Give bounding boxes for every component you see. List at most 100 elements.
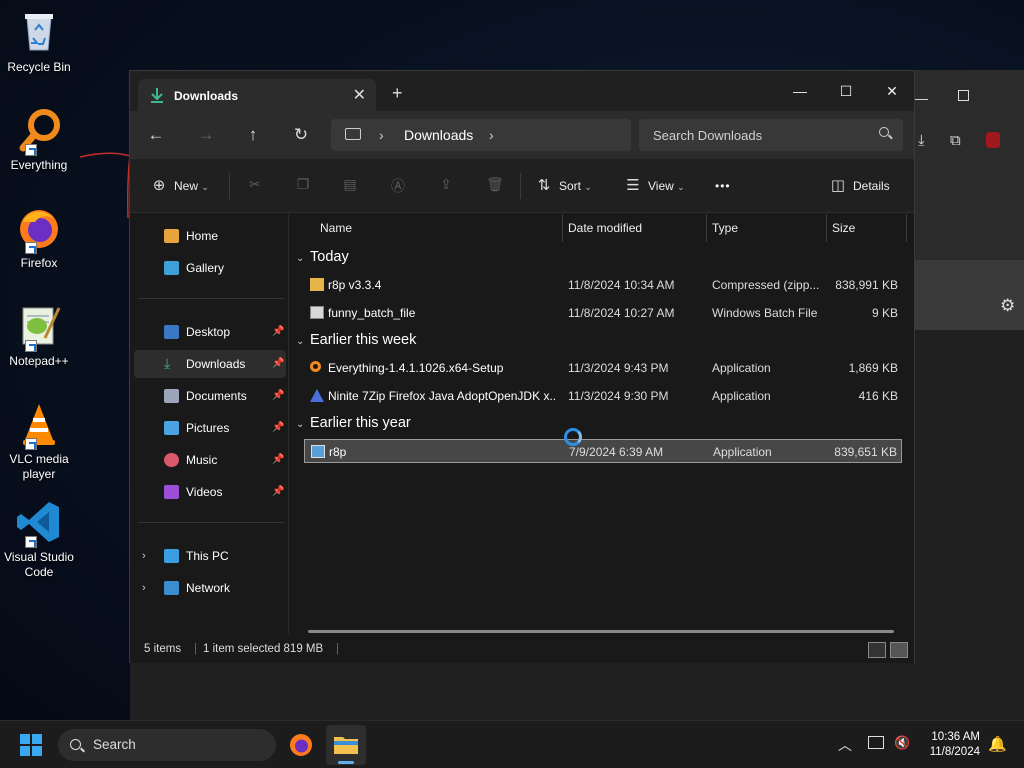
more-options-button[interactable]: ••• xyxy=(715,174,731,198)
pin-icon[interactable]: 📌 xyxy=(272,350,284,378)
file-type: Application xyxy=(712,389,771,403)
ublock-icon[interactable] xyxy=(986,132,1000,148)
chevron-right-icon[interactable]: › xyxy=(142,574,146,602)
column-header-name[interactable]: Name xyxy=(320,214,352,242)
group-header-today[interactable]: ⌄ Today xyxy=(296,249,349,265)
divider xyxy=(520,173,521,199)
sidebar-item-this-pc[interactable]: › This PC xyxy=(134,542,286,570)
notification-bell-icon[interactable]: 🔔 xyxy=(988,735,1007,753)
sidebar-item-documents[interactable]: Documents 📌 xyxy=(134,382,286,410)
desktop-icon xyxy=(164,325,179,339)
taskbar-firefox[interactable] xyxy=(288,732,314,758)
table-row[interactable]: funny_batch_file 11/8/2024 10:27 AM Wind… xyxy=(304,301,902,325)
large-icons-view-icon[interactable] xyxy=(890,642,908,658)
desktop-icon-firefox[interactable]: Firefox xyxy=(2,204,76,271)
sidebar-item-downloads[interactable]: ⤓ Downloads 📌 xyxy=(134,350,286,378)
file-size: 839,651 KB xyxy=(834,445,897,459)
close-button[interactable]: ✕ xyxy=(872,77,912,105)
browser-minimize-icon[interactable]: — xyxy=(914,90,928,106)
chevron-up-icon[interactable]: ︿ xyxy=(838,735,852,755)
pin-icon[interactable]: 📌 xyxy=(272,318,284,346)
view-button[interactable]: ☰ View ⌄ xyxy=(624,174,684,198)
close-tab-icon[interactable]: ✕ xyxy=(353,85,366,105)
column-header-date[interactable]: Date modified xyxy=(568,214,642,242)
taskbar-search[interactable]: Search xyxy=(58,729,276,761)
maximize-button[interactable]: ☐ xyxy=(826,77,866,105)
pin-icon[interactable]: 📌 xyxy=(272,446,284,474)
details-view-icon[interactable] xyxy=(868,642,886,658)
horizontal-scrollbar[interactable] xyxy=(308,630,894,633)
sidebar-item-music[interactable]: Music 📌 xyxy=(134,446,286,474)
desktop-icon-label: Firefox xyxy=(20,256,58,270)
busy-cursor-icon xyxy=(564,428,582,446)
download-icon[interactable]: ⤓ xyxy=(918,132,925,149)
back-button[interactable]: ← xyxy=(144,123,168,147)
sidebar-item-desktop[interactable]: Desktop 📌 xyxy=(134,318,286,346)
desktop-icon-notepadpp[interactable]: Notepad++ xyxy=(2,302,76,369)
minimize-button[interactable]: — xyxy=(780,77,820,105)
group-header-earlier-this-week[interactable]: ⌄ Earlier this week xyxy=(296,332,416,348)
forward-button[interactable]: → xyxy=(194,123,218,147)
column-header-size[interactable]: Size xyxy=(832,214,855,242)
sidebar-item-label: Documents xyxy=(186,389,247,403)
sidebar-item-pictures[interactable]: Pictures 📌 xyxy=(134,414,286,442)
sidebar-item-home[interactable]: Home xyxy=(134,222,286,250)
sidebar-item-videos[interactable]: Videos 📌 xyxy=(134,478,286,506)
cut-icon[interactable]: ✂ xyxy=(245,176,265,196)
pin-icon[interactable]: 📌 xyxy=(272,414,284,442)
sidebar-item-label: Music xyxy=(186,453,218,467)
pin-icon[interactable]: 📌 xyxy=(272,382,284,410)
clock[interactable]: 10:36 AM 11/8/2024 xyxy=(930,730,980,760)
search-box[interactable]: Search Downloads xyxy=(639,119,903,151)
sidebar-item-label: Videos xyxy=(186,485,223,499)
chevron-right-icon[interactable]: › xyxy=(142,542,146,570)
share-icon[interactable]: ⇪ xyxy=(436,176,456,196)
network-icon[interactable] xyxy=(868,736,884,749)
group-header-earlier-this-year[interactable]: ⌄ Earlier this year xyxy=(296,415,411,431)
rename-icon[interactable]: Ⓐ xyxy=(388,176,408,196)
address-bar[interactable]: › Downloads › xyxy=(331,119,631,151)
sidebar-item-gallery[interactable]: Gallery xyxy=(134,254,286,282)
refresh-button[interactable]: ↻ xyxy=(289,123,313,147)
desktop-icon-recycle-bin[interactable]: Recycle Bin xyxy=(2,8,76,75)
paste-icon[interactable]: ▤ xyxy=(340,176,360,196)
new-tab-button[interactable]: + xyxy=(392,83,403,104)
desktop-icon-everything[interactable]: Everything xyxy=(2,106,76,173)
view-label: View xyxy=(648,179,674,193)
new-button[interactable]: ⊕ New ⌄ xyxy=(150,174,209,198)
column-header-type[interactable]: Type xyxy=(712,214,738,242)
table-row[interactable]: Everything-1.4.1.1026.x64-Setup 11/3/202… xyxy=(304,356,902,380)
time: 10:36 AM xyxy=(931,731,980,743)
divider[interactable] xyxy=(706,214,707,242)
divider[interactable] xyxy=(826,214,827,242)
tab-downloads[interactable]: Downloads ✕ xyxy=(138,79,376,111)
taskbar-file-explorer[interactable] xyxy=(326,725,366,765)
divider xyxy=(229,173,230,199)
start-button[interactable] xyxy=(20,734,42,756)
table-row-selected[interactable]: r8p 7/9/2024 6:39 AM Application 839,651… xyxy=(304,439,902,463)
copy-icon[interactable]: ❐ xyxy=(293,176,313,196)
browser-maximize-icon[interactable] xyxy=(958,90,969,101)
file-date: 7/9/2024 6:39 AM xyxy=(569,445,664,459)
chevron-right-icon[interactable]: › xyxy=(379,127,384,143)
extensions-icon[interactable]: ⧉ xyxy=(950,132,961,149)
up-button[interactable]: ↑ xyxy=(241,123,265,147)
desktop-icon-vlc[interactable]: VLC media player xyxy=(2,400,76,482)
sidebar-item-network[interactable]: › Network xyxy=(134,574,286,602)
volume-muted-icon[interactable]: 🔇 xyxy=(894,735,910,751)
table-row[interactable]: r8p v3.3.4 11/8/2024 10:34 AM Compressed… xyxy=(304,273,902,297)
sidebar-item-label: Downloads xyxy=(186,357,246,371)
delete-icon[interactable]: 🗑 xyxy=(485,176,505,196)
sort-button[interactable]: ⇅ Sort ⌄ xyxy=(535,174,592,198)
settings-gear-icon[interactable]: ⚙ xyxy=(1000,296,1015,316)
this-pc-icon xyxy=(164,549,179,563)
breadcrumb-downloads[interactable]: Downloads xyxy=(404,127,473,143)
table-row[interactable]: Ninite 7Zip Firefox Java AdoptOpenJDK x.… xyxy=(304,384,902,408)
pin-icon[interactable]: 📌 xyxy=(272,478,284,506)
recycle-bin-icon xyxy=(15,8,63,56)
divider[interactable] xyxy=(906,214,907,242)
divider[interactable] xyxy=(562,214,563,242)
desktop-icon-vscode[interactable]: Visual Studio Code xyxy=(2,498,76,580)
chevron-right-icon[interactable]: › xyxy=(489,127,494,143)
details-button[interactable]: ◫ Details xyxy=(829,174,890,198)
